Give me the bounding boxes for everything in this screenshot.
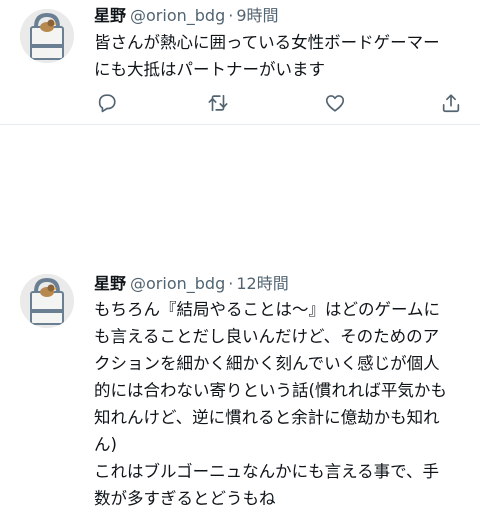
timestamp[interactable]: 9時間 bbox=[236, 6, 278, 25]
avatar[interactable] bbox=[20, 9, 74, 63]
tweet[interactable]: 星野 @orion_bdg · 12時間 もちろん『結局やることは〜』はどのゲームに … bbox=[0, 125, 480, 508]
tote-bag-bird-icon bbox=[20, 9, 74, 63]
tweet-text: 皆さんが熱心に囲っている女性ボードゲーマー にも大抵はパートナーがいます bbox=[94, 33, 440, 79]
heart-icon bbox=[325, 95, 345, 112]
avatar[interactable] bbox=[20, 274, 74, 328]
share-button[interactable] bbox=[438, 90, 464, 116]
tweet-actions bbox=[0, 90, 480, 116]
reply-icon bbox=[98, 94, 116, 113]
display-name[interactable]: 星野 bbox=[94, 6, 126, 25]
tweet-text: もちろん『結局やることは〜』はどのゲームに も言えることだし良いんだけど、そのた… bbox=[94, 300, 447, 508]
display-name[interactable]: 星野 bbox=[94, 274, 126, 293]
like-button[interactable] bbox=[322, 90, 348, 116]
tote-bag-bird-icon bbox=[20, 274, 74, 328]
retweet-button[interactable] bbox=[205, 90, 231, 116]
tweet[interactable]: 星野 @orion_bdg · 9時間 皆さんが熱心に囲っている女性ボードゲーマー に… bbox=[0, 0, 480, 125]
separator: · bbox=[228, 6, 234, 25]
retweet-icon bbox=[208, 94, 228, 112]
separator: · bbox=[228, 274, 234, 293]
user-handle[interactable]: @orion_bdg bbox=[130, 274, 225, 293]
user-handle[interactable]: @orion_bdg bbox=[130, 6, 225, 25]
share-icon bbox=[442, 94, 460, 113]
tweet-header: 星野 @orion_bdg · 12時間 bbox=[94, 272, 289, 296]
reply-button[interactable] bbox=[94, 90, 120, 116]
timestamp[interactable]: 12時間 bbox=[236, 274, 288, 293]
tweet-header: 星野 @orion_bdg · 9時間 bbox=[94, 4, 279, 28]
